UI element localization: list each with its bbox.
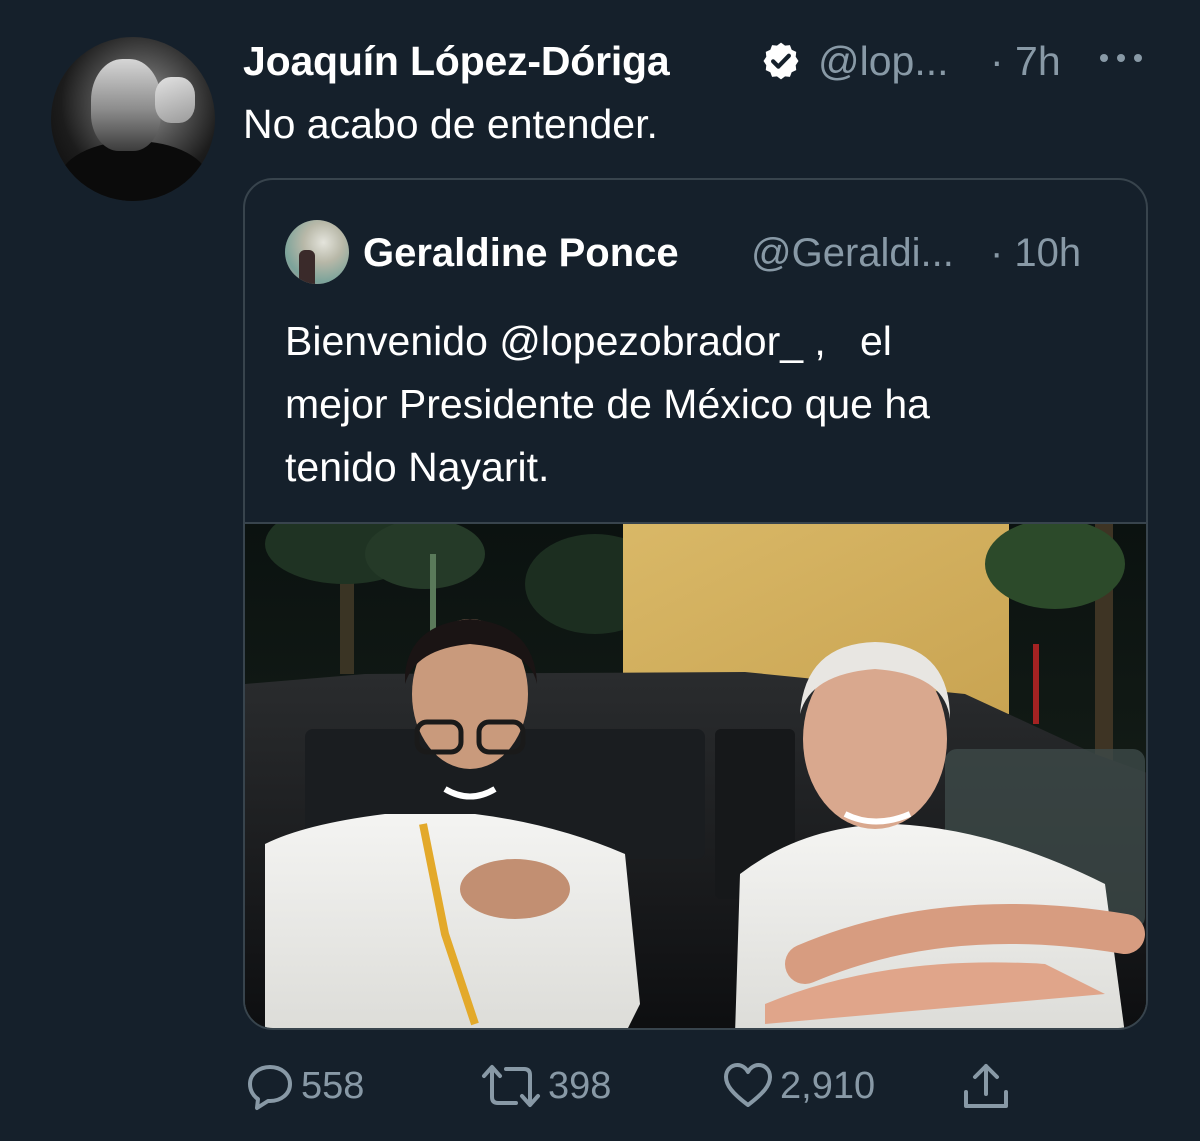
quoted-author-name: Geraldine Ponce [363, 231, 679, 275]
quoted-tweet-photo[interactable] [245, 522, 1146, 1028]
quoted-text-line: mejor Presidente de México que ha [285, 381, 930, 427]
reply-count: 558 [301, 1065, 365, 1107]
share-icon [964, 1064, 1008, 1108]
avatar-hand-shape [155, 77, 195, 123]
share-button[interactable] [960, 1058, 1012, 1114]
tweet-timestamp[interactable]: · 7h [990, 38, 1061, 84]
heart-icon [724, 1063, 772, 1107]
reply-button[interactable]: 558 [245, 1058, 364, 1114]
retweet-count: 398 [548, 1065, 612, 1107]
quoted-author-handle: @Geraldi... [751, 231, 954, 275]
quoted-text-line: tenido Nayarit. [285, 444, 550, 490]
quoted-text-line: Bienvenido @lopezobrador_ , el [285, 318, 892, 364]
retweet-button[interactable]: 398 [480, 1058, 611, 1114]
author-avatar[interactable] [51, 37, 215, 201]
quoted-author-avatar [285, 220, 349, 284]
more-dots-icon[interactable] [1098, 50, 1144, 66]
retweet-icon [482, 1065, 540, 1107]
quoted-tweet-timestamp: · 10h [990, 231, 1082, 275]
like-button[interactable]: 2,910 [722, 1058, 875, 1114]
verified-badge-icon [763, 42, 799, 80]
tweet-view: Joaquín López-Dóriga @lop... · 7h No aca… [0, 0, 1200, 1141]
author-name[interactable]: Joaquín López-Dóriga [243, 38, 670, 84]
quoted-tweet-text: Bienvenido @lopezobrador_ , el mejor Pre… [285, 310, 1115, 499]
quoted-avatar-figure-shape [299, 250, 315, 284]
tweet-actions-bar: 558 398 2,910 [0, 1058, 1200, 1114]
tweet-text: No acabo de entender. [243, 101, 658, 147]
photo-scene-graphic [245, 524, 1146, 1028]
avatar-face-shape [91, 59, 161, 151]
reply-icon [248, 1065, 292, 1110]
author-handle[interactable]: @lop... [818, 38, 949, 84]
quoted-tweet-card[interactable]: Geraldine Ponce @Geraldi... · 10h Bienve… [243, 178, 1148, 1030]
like-count: 2,910 [780, 1065, 876, 1107]
